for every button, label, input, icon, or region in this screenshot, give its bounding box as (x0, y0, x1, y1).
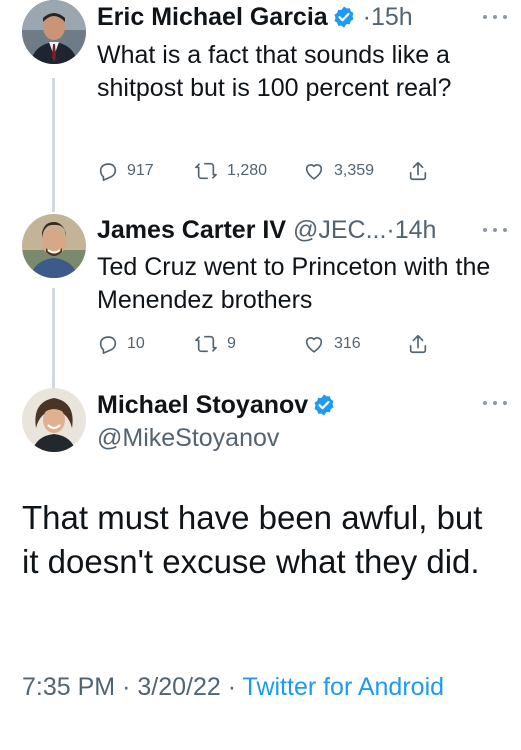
share-button[interactable] (407, 331, 437, 357)
reply-button[interactable]: 10 (97, 331, 145, 357)
heart-icon (305, 337, 323, 353)
reply-count: 917 (127, 162, 154, 179)
tweet-time[interactable]: 7:35 PM (22, 673, 115, 701)
retweet-icon (195, 335, 217, 353)
more-options-icon[interactable] (483, 398, 507, 408)
tweet-header: James Carter IV @JEC...·14h (97, 215, 436, 245)
retweet-button[interactable]: 1,280 (193, 158, 267, 184)
timestamp[interactable]: 15h (371, 3, 413, 31)
display-name[interactable]: Eric Michael Garcia (97, 3, 328, 31)
more-options-icon[interactable] (483, 12, 507, 22)
reply-icon (99, 163, 117, 181)
avatar[interactable] (22, 388, 86, 452)
display-name[interactable]: Michael Stoyanov (97, 391, 308, 419)
main-tweet-header: Michael Stoyanov (97, 390, 336, 424)
reply-count: 10 (127, 335, 145, 352)
like-count: 3,359 (334, 162, 375, 179)
retweet-count: 9 (227, 335, 236, 352)
thread-connector-line (52, 288, 55, 388)
like-button[interactable]: 3,359 (302, 158, 374, 184)
avatar[interactable] (22, 214, 86, 278)
tweet-text: Ted Cruz went to Princeton with the Mene… (97, 253, 491, 314)
thread-connector-line (52, 78, 55, 212)
more-options-icon[interactable] (483, 225, 507, 235)
main-tweet-text: That must have been awful, but it doesn'… (22, 499, 483, 580)
like-button[interactable]: 316 (302, 331, 361, 357)
separator-dot: · (386, 216, 395, 244)
verified-badge-icon (312, 393, 336, 424)
retweet-count: 1,280 (227, 162, 268, 179)
like-count: 316 (334, 335, 361, 352)
tweet-metadata: 7:35 PM · 3/20/22 · Twitter for Android (22, 670, 502, 704)
timestamp[interactable]: 14h (395, 216, 437, 244)
reply-button[interactable]: 917 (97, 158, 154, 184)
separator-dot: · (227, 673, 237, 701)
retweet-button[interactable]: 9 (193, 331, 236, 357)
tweet-text: What is a fact that sounds like a shitpo… (97, 41, 452, 102)
reply-icon (99, 336, 117, 354)
verified-badge-icon (332, 5, 356, 36)
display-name[interactable]: James Carter IV (97, 216, 286, 244)
tweet-header: Eric Michael Garcia ·15h (97, 2, 413, 36)
source-link[interactable]: Twitter for Android (243, 673, 444, 701)
tweet-date[interactable]: 3/20/22 (137, 673, 220, 701)
separator-dot: · (122, 673, 131, 701)
share-icon (409, 334, 427, 354)
user-handle[interactable]: @JEC... (293, 216, 386, 244)
separator-dot: · (362, 3, 371, 31)
user-handle[interactable]: @MikeStoyanov (97, 424, 279, 453)
retweet-icon (195, 162, 217, 180)
share-icon (409, 161, 427, 181)
share-button[interactable] (407, 158, 437, 184)
avatar[interactable] (22, 0, 86, 64)
heart-icon (305, 164, 323, 180)
